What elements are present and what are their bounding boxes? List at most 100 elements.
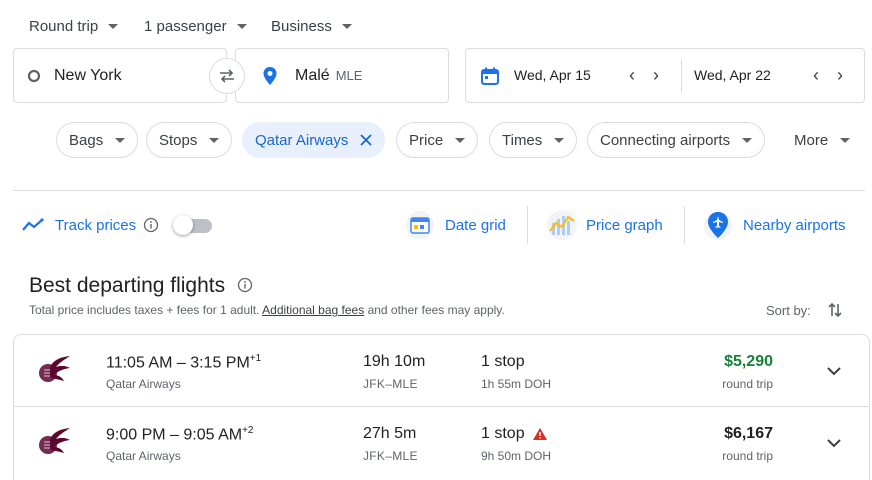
flight-route: JFK–MLE	[363, 449, 418, 463]
trip-type-select[interactable]: Round trip	[29, 14, 119, 38]
price-graph-label: Price graph	[586, 216, 663, 234]
flight-duration: 19h 10m	[363, 353, 426, 370]
flight-duration: 27h 5m	[363, 425, 417, 442]
price-disclaimer: Total price includes taxes + fees for 1 …	[29, 303, 505, 317]
depart-arrive-time: 9:00 PM – 9:05 AM	[106, 426, 243, 444]
filter-more-label: More	[794, 131, 829, 149]
filter-bags[interactable]: Bags	[56, 122, 139, 158]
filter-stops[interactable]: Stops	[146, 122, 233, 158]
stops-count: 1 stop	[481, 425, 525, 442]
page-title: Best departing flights	[29, 274, 253, 298]
filter-more[interactable]: More	[781, 122, 864, 158]
price-graph-button[interactable]: Price graph	[546, 208, 663, 242]
cabin-class-select[interactable]: Business	[271, 14, 352, 38]
close-icon[interactable]	[360, 134, 373, 146]
flight-stops: 1 stop	[481, 353, 525, 371]
filter-price-label: Price	[409, 131, 444, 149]
caret-down-icon	[554, 137, 565, 143]
flight-results-list: 11:05 AM – 3:15 PM+1 Qatar Airways 19h 1…	[13, 334, 870, 480]
track-prices[interactable]: Track prices	[22, 208, 159, 242]
trend-line-icon	[22, 218, 44, 231]
tool-separator	[684, 206, 685, 244]
return-date[interactable]: Wed, Apr 22	[694, 67, 771, 83]
flight-row[interactable]: 11:05 AM – 3:15 PM+1 Qatar Airways 19h 1…	[14, 335, 869, 406]
destination-field[interactable]: Malé MLE	[235, 48, 449, 103]
caret-down-icon	[840, 137, 851, 143]
calendar-icon	[480, 66, 500, 91]
layover-info: 1h 55m DOH	[481, 377, 552, 391]
nearby-airports-button[interactable]: Nearby airports	[703, 208, 846, 242]
flight-route: JFK–MLE	[363, 377, 418, 391]
origin-circle-icon	[27, 69, 41, 82]
date-grid-button[interactable]: Date grid	[405, 208, 506, 242]
stops-count: 1 stop	[481, 353, 525, 370]
filter-airline[interactable]: Qatar Airways	[242, 122, 386, 158]
swap-button[interactable]	[209, 58, 245, 94]
flight-price: $5,290	[724, 353, 773, 370]
flight-times: 9:00 PM – 9:05 AM+2	[106, 425, 253, 444]
caret-down-icon	[108, 23, 119, 29]
disclaimer-text-2: and other fees may apply.	[367, 303, 505, 317]
date-grid-icon	[406, 211, 434, 239]
depart-arrive-time: 11:05 AM – 3:15 PM	[106, 354, 250, 372]
qatar-airways-logo	[39, 428, 70, 454]
chevron-down-icon[interactable]	[824, 433, 844, 453]
cabin-class-label: Business	[271, 17, 332, 35]
filter-connecting-airports[interactable]: Connecting airports	[587, 122, 766, 158]
date-grid-label: Date grid	[445, 216, 506, 234]
filter-stops-label: Stops	[159, 131, 198, 149]
depart-next-icon[interactable]: ›	[646, 65, 666, 86]
filter-airline-label: Qatar Airways	[255, 131, 349, 149]
passenger-label: 1 passenger	[144, 17, 227, 35]
nearby-airports-label: Nearby airports	[743, 216, 846, 234]
disclaimer-text-1: Total price includes taxes + fees for 1 …	[29, 303, 260, 317]
caret-down-icon	[341, 23, 352, 29]
filter-connecting-label: Connecting airports	[600, 131, 731, 149]
sort-icon[interactable]	[826, 301, 844, 319]
date-range-field: Wed, Apr 15 ‹ › Wed, Apr 22 ‹ ›	[465, 48, 865, 103]
map-pin-airplane-icon	[704, 212, 732, 240]
tool-separator	[527, 206, 528, 244]
caret-down-icon	[742, 137, 753, 143]
flight-stops: 1 stop	[481, 425, 548, 443]
caret-down-icon	[115, 137, 126, 143]
origin-value: New York	[54, 66, 122, 84]
layover-info: 9h 50m DOH	[481, 449, 552, 463]
price-note: round trip	[722, 449, 773, 463]
depart-date[interactable]: Wed, Apr 15	[514, 67, 591, 83]
destination-code: MLE	[335, 68, 363, 83]
chevron-down-icon[interactable]	[824, 361, 844, 381]
origin-field[interactable]: New York	[13, 48, 227, 103]
caret-down-icon	[209, 137, 220, 143]
toggle-knob	[173, 215, 193, 235]
filter-price[interactable]: Price	[396, 122, 479, 158]
day-offset: +1	[249, 353, 262, 364]
airline-name: Qatar Airways	[106, 449, 181, 463]
track-prices-label: Track prices	[55, 216, 137, 234]
section-divider	[13, 190, 865, 191]
filter-times[interactable]: Times	[489, 122, 578, 158]
price-graph-icon	[547, 210, 577, 240]
caret-down-icon	[236, 23, 247, 29]
bag-fees-link[interactable]: Additional bag fees	[262, 303, 364, 317]
airline-name: Qatar Airways	[106, 377, 181, 391]
info-icon[interactable]	[143, 217, 159, 233]
passenger-select[interactable]: 1 passenger	[144, 14, 247, 38]
trip-type-label: Round trip	[29, 17, 99, 35]
flight-row[interactable]: 9:00 PM – 9:05 AM+2 Qatar Airways 27h 5m…	[14, 406, 869, 477]
return-prev-icon[interactable]: ‹	[806, 65, 826, 86]
caret-down-icon	[455, 137, 466, 143]
price-note: round trip	[722, 377, 773, 391]
swap-arrows-icon	[220, 69, 234, 83]
destination-value: Malé	[295, 66, 330, 84]
filter-bags-label: Bags	[69, 131, 104, 149]
info-icon[interactable]	[237, 277, 253, 293]
warning-icon[interactable]	[532, 427, 548, 441]
filter-times-label: Times	[502, 131, 543, 149]
results-title: Best departing flights	[29, 274, 226, 297]
flight-price: $6,167	[724, 425, 773, 442]
depart-prev-icon[interactable]: ‹	[622, 65, 642, 86]
sort-by-label: Sort by:	[766, 303, 811, 318]
return-next-icon[interactable]: ›	[830, 65, 850, 86]
day-offset: +2	[242, 425, 254, 436]
